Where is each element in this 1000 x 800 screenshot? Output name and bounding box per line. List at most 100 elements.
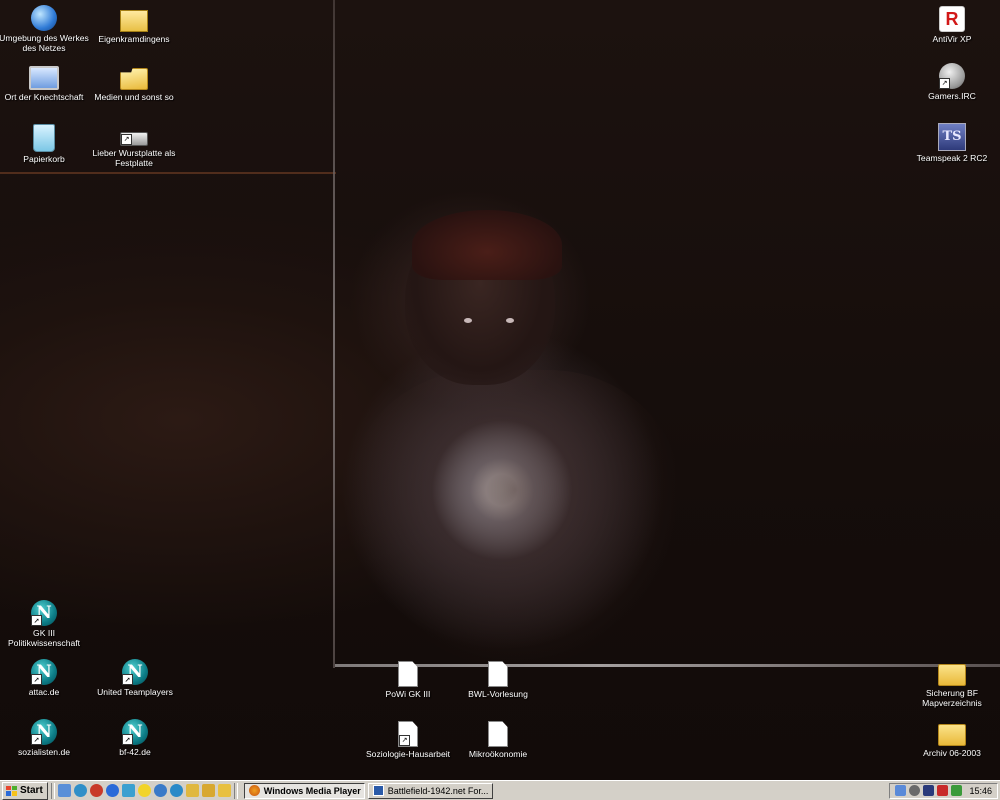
taskbar-separator	[233, 782, 238, 799]
system-tray: 15:46	[889, 782, 998, 799]
shortcut-arrow-icon: ↗	[122, 674, 133, 685]
desktop-icon-teamspeak[interactable]: TS Teamspeak 2 RC2	[904, 120, 1000, 163]
desktop-icon-united-teamplayers[interactable]: N ↗ United Teamplayers	[87, 656, 183, 697]
desktop-icon-sozialisten[interactable]: N ↗ sozialisten.de	[0, 716, 92, 757]
quick-launch-show-desktop-icon[interactable]	[57, 784, 71, 797]
wallpaper-person-cap	[412, 210, 562, 280]
quick-launch-info-icon[interactable]	[153, 784, 167, 797]
desktop-icon-label: Teamspeak 2 RC2	[916, 153, 988, 163]
antivir-tray-icon[interactable]	[937, 785, 949, 796]
clock[interactable]: 15:46	[969, 786, 992, 796]
quick-launch	[57, 784, 231, 797]
desktop-icon-label: AntiVir XP	[932, 34, 972, 44]
quick-launch-folder-icon[interactable]	[217, 784, 231, 797]
teamspeak-icon: TS	[938, 123, 966, 151]
desktop-icon-label: Papierkorb	[23, 154, 65, 164]
desktop-icon-label: Archiv 06-2003	[923, 748, 981, 758]
irc-globe-icon: ↗	[939, 63, 965, 89]
desktop-icon-label: Soziologie-Hausarbeit	[365, 749, 451, 759]
desktop-icon-powi-gk-iii[interactable]: PoWi GK III	[360, 656, 456, 699]
open-folder-icon	[120, 68, 148, 90]
quick-launch-outlook-icon[interactable]	[121, 784, 135, 797]
desktop-icon-label: bf-42.de	[119, 747, 151, 757]
desktop-icon-label: Mikroökonomie	[468, 749, 528, 759]
quick-launch-antivirus-icon[interactable]	[89, 784, 103, 797]
desktop-icon-mikrooekonomie[interactable]: Mikroökonomie	[450, 716, 546, 759]
desktop-icon-soziologie-hausarbeit[interactable]: ↗ Soziologie-Hausarbeit	[360, 716, 456, 759]
wallpaper-shelf-line	[0, 172, 336, 174]
desktop-icon-label: PoWi GK III	[385, 689, 431, 699]
desktop-icon-gk-iii[interactable]: N ↗ GK III Politikwissenschaft	[0, 597, 92, 648]
speaker-tray-icon[interactable]	[909, 785, 921, 796]
document-icon	[398, 661, 418, 687]
desktop-icon-antivir[interactable]: R AntiVir XP	[904, 2, 1000, 44]
desktop-icon-label: sozialisten.de	[17, 747, 71, 757]
wallpaper-eye-left	[464, 318, 472, 323]
quick-launch-media-icon[interactable]	[201, 784, 215, 797]
desktop-icon-label: Medien und sonst so	[94, 92, 174, 102]
folder-icon	[938, 724, 966, 746]
desktop-icon-recycle-bin[interactable]: Papierkorb	[0, 120, 92, 164]
desktop-icon-network-places[interactable]: Umgebung des Werkes des Netzes	[0, 2, 92, 53]
desktop-icon-label: Sicherung BF Mapverzeichnis	[922, 688, 982, 708]
shortcut-arrow-icon: ↗	[399, 735, 410, 746]
wallpaper-eye-right	[506, 318, 514, 323]
netscape-icon: N ↗	[31, 600, 57, 626]
desktop-icon-label: attac.de	[28, 687, 60, 697]
desktop-icon-my-documents[interactable]: Eigenkramdingens	[86, 2, 182, 44]
shortcut-arrow-icon: ↗	[31, 734, 42, 745]
task-button-windows-media-player[interactable]: Windows Media Player	[243, 782, 365, 799]
antivir-icon: R	[939, 6, 965, 32]
antivir-glyph: R	[945, 9, 959, 29]
connection-tray-icon[interactable]	[951, 785, 963, 796]
start-button[interactable]: Start	[2, 781, 48, 800]
shortcut-arrow-icon: ↗	[122, 734, 133, 745]
desktop-icon-my-computer[interactable]: Ort der Knechtschaft	[0, 60, 92, 102]
taskbar: Start Windows Media Player Battlefield-1…	[0, 780, 1000, 800]
netscape-icon: N ↗	[31, 719, 57, 745]
desktop-icon-label: Ort der Knechtschaft	[4, 92, 84, 102]
quick-launch-explorer-icon[interactable]	[185, 784, 199, 797]
media-player-icon	[248, 785, 260, 796]
browser-window-icon	[372, 785, 384, 796]
desktop-icon-label: Lieber Wurstplatte als Festplatte	[92, 148, 176, 168]
shortcut-arrow-icon: ↗	[939, 78, 950, 89]
netscape-icon: N ↗	[31, 659, 57, 685]
wallpaper-mirror-frame-vertical	[333, 0, 335, 668]
start-label: Start	[20, 785, 43, 796]
document-icon	[488, 661, 508, 687]
recycle-bin-icon	[33, 124, 55, 152]
windows-logo-icon	[6, 785, 17, 796]
shortcut-arrow-icon: ↗	[31, 615, 42, 626]
netscape-icon: N ↗	[122, 719, 148, 745]
task-button-label: Battlefield-1942.net For...	[387, 785, 489, 796]
desktop-icon-label: Umgebung des Werkes des Netzes	[0, 33, 89, 53]
desktop-icon-media-folder[interactable]: Medien und sonst so	[86, 60, 182, 102]
network-globe-icon	[31, 5, 57, 31]
desktop-icon-gamers-irc[interactable]: ↗ Gamers.IRC	[904, 60, 1000, 101]
netscape-icon: N ↗	[122, 659, 148, 685]
desktop-icon-label: United Teamplayers	[97, 687, 173, 697]
desktop-icon-hard-drive[interactable]: ↗ Lieber Wurstplatte als Festplatte	[86, 120, 182, 168]
computer-icon	[29, 66, 59, 90]
desktop-icon-archiv[interactable]: Archiv 06-2003	[904, 716, 1000, 758]
taskbar-separator	[50, 782, 55, 799]
task-button-battlefield-forum[interactable]: Battlefield-1942.net For...	[367, 782, 493, 799]
quick-launch-messenger-icon[interactable]	[169, 784, 183, 797]
network-tray-icon[interactable]	[895, 785, 907, 796]
desktop-icon-attac[interactable]: N ↗ attac.de	[0, 656, 92, 697]
shortcut-arrow-icon: ↗	[121, 134, 132, 145]
desktop-icon-bf42[interactable]: N ↗ bf-42.de	[87, 716, 183, 757]
document-icon: ↗	[398, 721, 418, 747]
quick-launch-skype-icon[interactable]	[73, 784, 87, 797]
desktop-icon-label: GK III Politikwissenschaft	[7, 628, 81, 648]
quick-launch-internet-explorer-icon[interactable]	[105, 784, 119, 797]
documents-folder-icon	[120, 10, 148, 32]
task-button-label: Windows Media Player	[263, 785, 361, 796]
display-tray-icon[interactable]	[923, 785, 935, 796]
wallpaper-person-body	[350, 370, 680, 670]
quick-launch-smiley-icon[interactable]	[137, 784, 151, 797]
desktop-icon-sicherung-bf[interactable]: Sicherung BF Mapverzeichnis	[904, 656, 1000, 708]
shortcut-arrow-icon: ↗	[31, 674, 42, 685]
desktop-icon-bwl-vorlesung[interactable]: BWL-Vorlesung	[450, 656, 546, 699]
